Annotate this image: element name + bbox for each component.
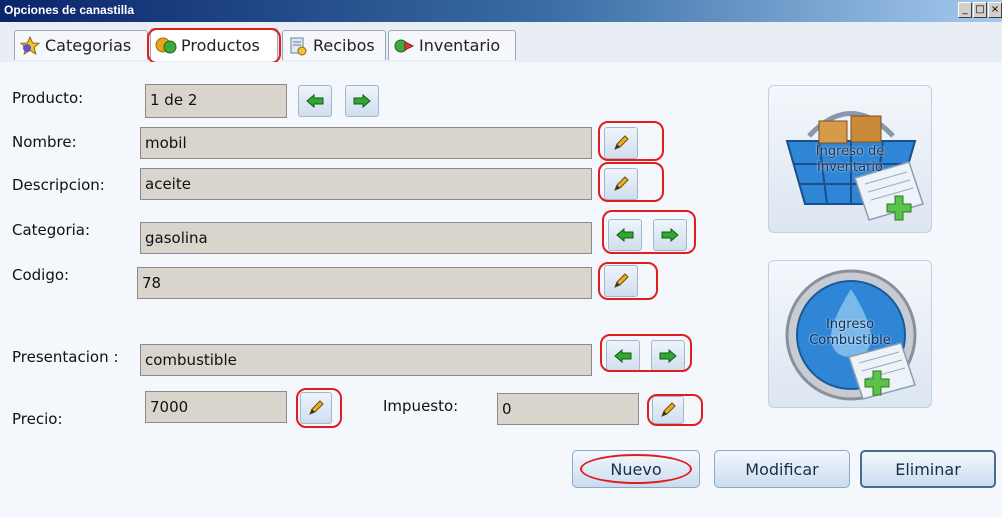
label-codigo: Codigo: — [12, 266, 70, 284]
highlight-ring — [147, 28, 281, 64]
presentacion-field[interactable]: combustible — [140, 344, 592, 376]
star-icon — [19, 35, 41, 57]
tab-label: Inventario — [419, 36, 501, 55]
precio-input[interactable]: 7000 — [145, 391, 287, 423]
label-descripcion: Descripcion: — [12, 176, 105, 194]
tab-recibos[interactable]: Recibos — [282, 30, 386, 60]
label-producto: Producto: — [12, 89, 84, 107]
codigo-input[interactable]: 78 — [137, 267, 592, 299]
card-text-line1: Ingreso de — [815, 144, 885, 159]
tab-strip: Categorias Productos Recibos Inventario — [0, 22, 1002, 64]
nombre-input[interactable]: mobil — [140, 127, 592, 159]
card-text-line2: Inventario — [817, 160, 883, 175]
label-categoria: Categoria: — [12, 221, 91, 239]
label-precio: Precio: — [12, 410, 63, 428]
previous-product-button[interactable] — [298, 85, 332, 117]
window-controls: _ □ × — [958, 2, 1002, 18]
highlight-ring — [647, 394, 703, 426]
arrow-right-icon — [353, 94, 371, 108]
window-title: Opciones de canastilla — [4, 3, 135, 17]
label-nombre: Nombre: — [12, 133, 77, 151]
title-bar: Opciones de canastilla _ □ × — [0, 0, 1002, 22]
highlight-ring — [598, 262, 658, 300]
receipt-icon — [287, 35, 309, 57]
minimize-button[interactable]: _ — [958, 2, 972, 18]
ingreso-inventario-button[interactable]: Ingreso de Inventario — [768, 85, 932, 233]
eliminar-button[interactable]: Eliminar — [860, 450, 996, 488]
label-impuesto: Impuesto: — [383, 397, 459, 415]
card-text-line2: Combustible — [809, 333, 891, 348]
descripcion-input[interactable]: aceite — [140, 168, 592, 200]
categoria-field[interactable]: gasolina — [140, 222, 592, 254]
close-button[interactable]: × — [988, 2, 1002, 18]
next-product-button[interactable] — [345, 85, 379, 117]
inventory-icon — [393, 35, 415, 57]
highlight-ring — [296, 388, 342, 428]
tab-label: Recibos — [313, 36, 375, 55]
ingreso-combustible-button[interactable]: Ingreso Combustible — [768, 260, 932, 408]
highlight-ring — [580, 454, 692, 484]
highlight-ring — [598, 121, 664, 161]
highlight-ring — [600, 334, 692, 372]
label-presentacion: Presentacion : — [12, 348, 119, 366]
impuesto-input[interactable]: 0 — [497, 393, 639, 425]
producto-counter-field: 1 de 2 — [145, 84, 287, 118]
modificar-button[interactable]: Modificar — [714, 450, 850, 488]
tab-categorias[interactable]: Categorias — [14, 30, 148, 60]
tab-label: Categorias — [45, 36, 132, 55]
card-text-line1: Ingreso — [825, 317, 875, 332]
highlight-ring — [602, 210, 696, 254]
tab-inventario[interactable]: Inventario — [388, 30, 516, 60]
arrow-left-icon — [306, 94, 324, 108]
highlight-ring — [598, 162, 664, 202]
maximize-button[interactable]: □ — [973, 2, 987, 18]
